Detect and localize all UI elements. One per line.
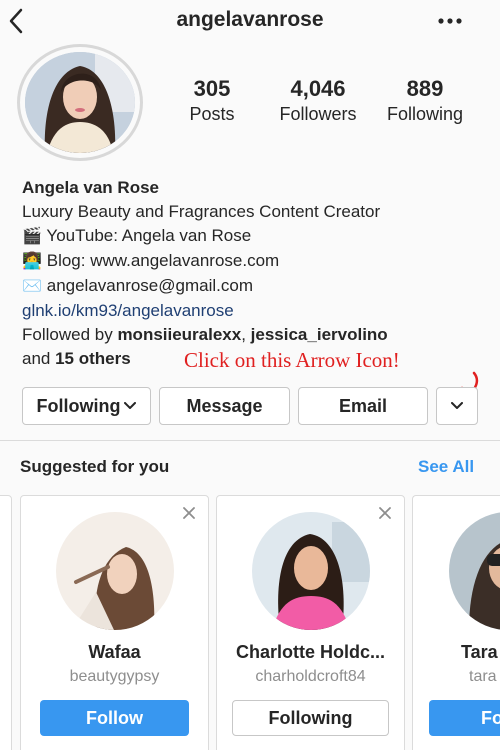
posts-stat: 305 Posts — [188, 76, 236, 125]
annotation-text: Click on this Arrow Icon! — [184, 348, 400, 372]
message-button-label: Message — [186, 395, 263, 416]
section-divider — [0, 440, 500, 441]
profile-avatar-image — [25, 52, 135, 153]
suggested-user-name: Wafaa — [88, 642, 141, 662]
bio-external-link[interactable]: glnk.io/km93/angelavanrose — [22, 299, 492, 323]
suggested-user-avatar[interactable] — [55, 512, 174, 630]
following-label: Following — [386, 104, 464, 124]
follow-button[interactable]: Follow — [40, 700, 189, 736]
woman-technologist-icon: 👩‍💻 — [22, 253, 42, 270]
envelope-icon: ✉️ — [22, 278, 42, 295]
followed-by-others[interactable]: 15 others — [55, 349, 131, 368]
posts-count: 305 — [193, 76, 231, 101]
followed-by-separator: , — [241, 325, 251, 344]
bio-email-line: ✉️ angelavanrose@gmail.com — [22, 274, 492, 299]
profile-username-title: angelavanrose — [176, 8, 324, 31]
suggested-user-handle: tara — [469, 668, 497, 685]
following-stat[interactable]: 889 Following — [384, 76, 466, 125]
followed-by-line[interactable]: Followed by monsiieuralexx, jessica_ierv… — [22, 323, 492, 347]
suggested-card[interactable]: Wafaa beautygypsy Follow — [20, 495, 209, 750]
bio-blog-text: Blog: www.angelavanrose.com — [46, 251, 280, 270]
chevron-down-icon — [124, 402, 137, 409]
suggested-user-handle: beautygypsy — [69, 668, 160, 685]
suggested-user-avatar[interactable] — [449, 512, 500, 630]
bio-blog-line: 👩‍💻 Blog: www.angelavanrose.com — [22, 249, 492, 274]
suggested-card[interactable]: Charlotte Holdc... charholdcroft84 Follo… — [216, 495, 405, 750]
following-button[interactable]: Following — [232, 700, 389, 736]
followed-by-user-2[interactable]: jessica_iervolino — [251, 325, 388, 344]
top-bar: angelavanrose — [0, 0, 500, 44]
suggested-user-handle: charholdcroft84 — [255, 668, 366, 685]
suggestions-arrow-button[interactable] — [436, 387, 478, 425]
see-all-link[interactable]: See All — [418, 457, 474, 477]
suggested-for-you-title: Suggested for you — [20, 457, 170, 476]
bio-youtube-line: 🎬 YouTube: Angela van Rose — [22, 224, 492, 249]
followers-stat[interactable]: 4,046 Followers — [276, 76, 360, 125]
profile-avatar[interactable] — [17, 44, 143, 161]
followers-label: Followers — [279, 104, 357, 124]
suggested-user-avatar[interactable] — [251, 512, 370, 630]
chevron-down-icon — [451, 402, 463, 409]
following-count: 889 — [406, 76, 444, 101]
followers-count: 4,046 — [290, 76, 346, 101]
dismiss-suggestion-icon[interactable] — [378, 506, 392, 520]
dismiss-suggestion-icon[interactable] — [182, 506, 196, 520]
following-dropdown-button[interactable]: Following — [22, 387, 151, 425]
suggested-user-name: Tara — [461, 642, 498, 662]
email-button-label: Email — [338, 395, 388, 416]
and-prefix: and — [22, 349, 56, 368]
profile-bio: Angela van Rose Luxury Beauty and Fragra… — [22, 176, 492, 371]
posts-label: Posts — [189, 104, 235, 124]
suggested-user-name: Charlotte Holdc... — [235, 642, 385, 662]
following-button-label: Following — [36, 395, 121, 416]
profile-full-name: Angela van Rose — [22, 178, 159, 197]
message-button[interactable]: Message — [159, 387, 290, 425]
suggested-card-partial[interactable]: Tara tara Fo — [412, 495, 500, 750]
more-options-icon[interactable] — [436, 14, 464, 28]
email-button[interactable]: Email — [298, 387, 428, 425]
suggested-card-partial-left — [0, 495, 12, 750]
bio-youtube-text: YouTube: Angela van Rose — [46, 226, 252, 245]
followed-by-user-1[interactable]: monsiieuralexx — [117, 325, 241, 344]
follow-button[interactable]: Fo — [429, 700, 500, 736]
followed-by-prefix: Followed by — [22, 325, 118, 344]
clapper-board-icon: 🎬 — [22, 228, 42, 245]
bio-description: Luxury Beauty and Fragrances Content Cre… — [22, 202, 381, 221]
bio-email-text: angelavanrose@gmail.com — [46, 276, 253, 295]
